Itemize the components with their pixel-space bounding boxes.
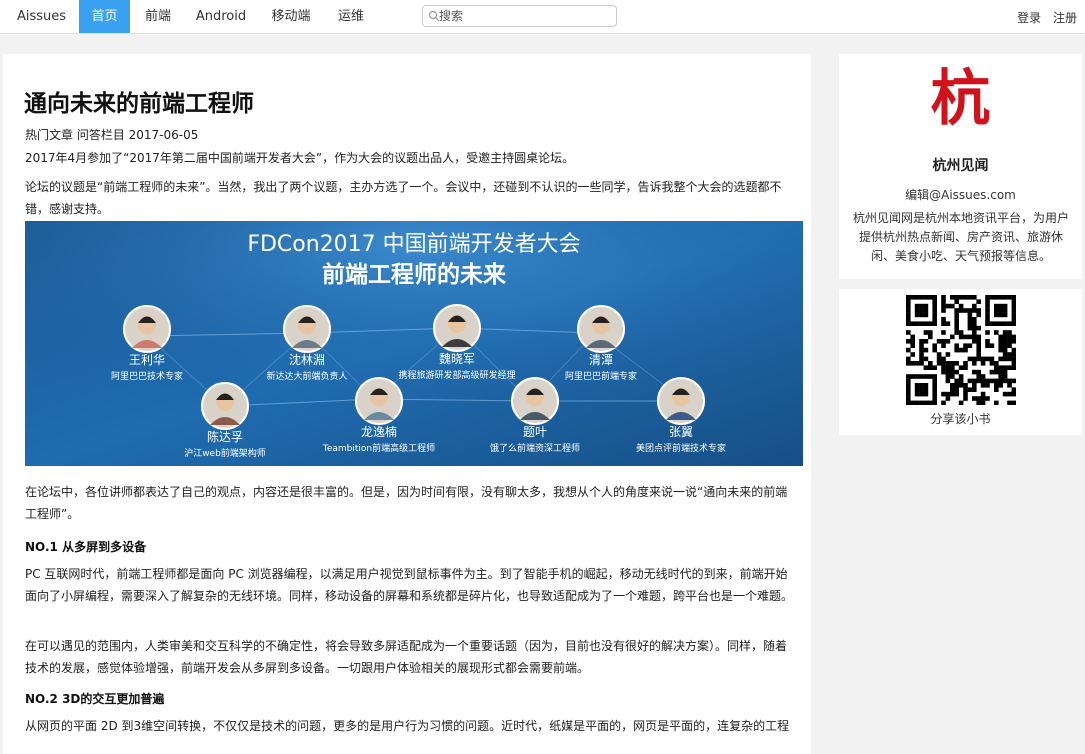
qr-code-image [906, 295, 1016, 405]
speaker-name: 张翼 [669, 425, 693, 439]
nav-item-label: 移动端 [271, 9, 311, 24]
article-card: 通向未来的前端工程师 热门文章 问答栏目 2017-06-05 2017年4月参… [3, 54, 811, 754]
article-meta: 热门文章 问答栏目 2017-06-05 [25, 128, 199, 142]
nav-item-android[interactable]: Android [192, 0, 250, 33]
section-heading: NO.2 3D的交互更加普遍 [25, 692, 165, 706]
speaker-role: 沪江web前端架构师 [184, 447, 266, 459]
article-paragraph: 在论坛中，各位讲师都表达了自己的观点，内容还是很丰富的。但是，因为时间有限，没有… [25, 485, 788, 521]
brand-logo[interactable]: Aissues [17, 9, 66, 24]
speaker-name: 王利华 [129, 353, 165, 367]
site-email[interactable]: 编辑@Aissues.com [839, 186, 1082, 203]
speaker-name: 魏晓军 [439, 351, 475, 366]
top-navbar: Aissues 首页 前端 Android 移动端 运维 登录 注册 [0, 0, 1085, 34]
site-profile-card: 杭 杭州见闻 编辑@Aissues.com 杭州见闻网是杭州本地资讯平台，为用户… [839, 54, 1082, 279]
site-logo: 杭 [839, 62, 1082, 136]
speaker-role: 饿了么前端资深工程师 [490, 442, 580, 454]
article-paragraph: 论坛的议题是“前端工程师的未来”。当然，我出了两个议题，主办方选了一个。会议中，… [25, 180, 782, 216]
article-title: 通向未来的前端工程师 [24, 91, 254, 117]
speaker-role: 新达达大前端负责人 [266, 370, 347, 382]
speaker-name: 沈林淵 [289, 352, 325, 367]
speaker-name: 龙逸楠 [361, 424, 397, 439]
speaker-name: 陈达孚 [207, 429, 243, 444]
speaker-role: 阿里巴巴技术专家 [111, 370, 183, 382]
nav-item-frontend[interactable]: 前端 [136, 0, 180, 33]
register-link[interactable]: 注册 [1053, 9, 1077, 26]
speaker-name: 清潭 [589, 353, 613, 367]
nav-item-label: 首页 [91, 9, 118, 24]
speaker-role: 携程旅游研发部高级研发经理 [398, 369, 515, 381]
section-heading: NO.1 从多屏到多设备 [25, 540, 147, 554]
nav-item-mobile[interactable]: 移动端 [266, 0, 316, 33]
speaker-role: 阿里巴巴前端专家 [565, 370, 637, 382]
speaker-role: 美团点评前端技术专家 [636, 442, 726, 454]
nav-item-ops[interactable]: 运维 [330, 0, 372, 33]
nav-item-home[interactable]: 首页 [79, 0, 130, 33]
site-name: 杭州见闻 [932, 158, 989, 174]
share-label: 分享该小书 [930, 412, 991, 426]
article-paragraph: 从网页的平面 2D 到3维空间转换，不仅仅是技术的问题，更多的是用户行为习惯的问… [25, 719, 790, 733]
speaker-name: 题叶 [523, 425, 547, 439]
article-paragraph: PC 互联网时代，前端工程师都是面向 PC 浏览器编程，以满足用户视觉到鼠标事件… [25, 567, 794, 603]
article-paragraph: 2017年4月参加了“2017年第二届中国前端开发者大会”，作为大会的议题出品人… [25, 151, 575, 165]
speaker-role: Teambition前端高级工程师 [322, 442, 435, 454]
site-logo-glyph: 杭 [930, 64, 991, 134]
nav-item-label: 运维 [337, 9, 364, 24]
nav-item-label: Android [195, 9, 247, 24]
site-description: 杭州见闻网是杭州本地资讯平台，为用户提供杭州热点新闻、房产资讯、旅游休闲、美食小… [852, 211, 1069, 263]
search-input[interactable] [437, 6, 615, 26]
nav-item-label: 前端 [144, 9, 171, 24]
share-card: 分享该小书 [839, 289, 1082, 435]
search-box [422, 5, 617, 27]
article-paragraph: 在可以遇见的范围内，人类审美和交互科学的不确定性，将会导致多屏适配成为一个重要话… [25, 639, 788, 675]
banner-subtitle: 前端工程师的未来 [322, 261, 507, 288]
banner-title: FDCon2017 中国前端开发者大会 [247, 232, 580, 257]
conference-banner-image: FDCon2017 中国前端开发者大会 前端工程师的未来 王利华阿里巴巴技术专家… [25, 221, 803, 466]
login-link[interactable]: 登录 [1017, 9, 1041, 26]
